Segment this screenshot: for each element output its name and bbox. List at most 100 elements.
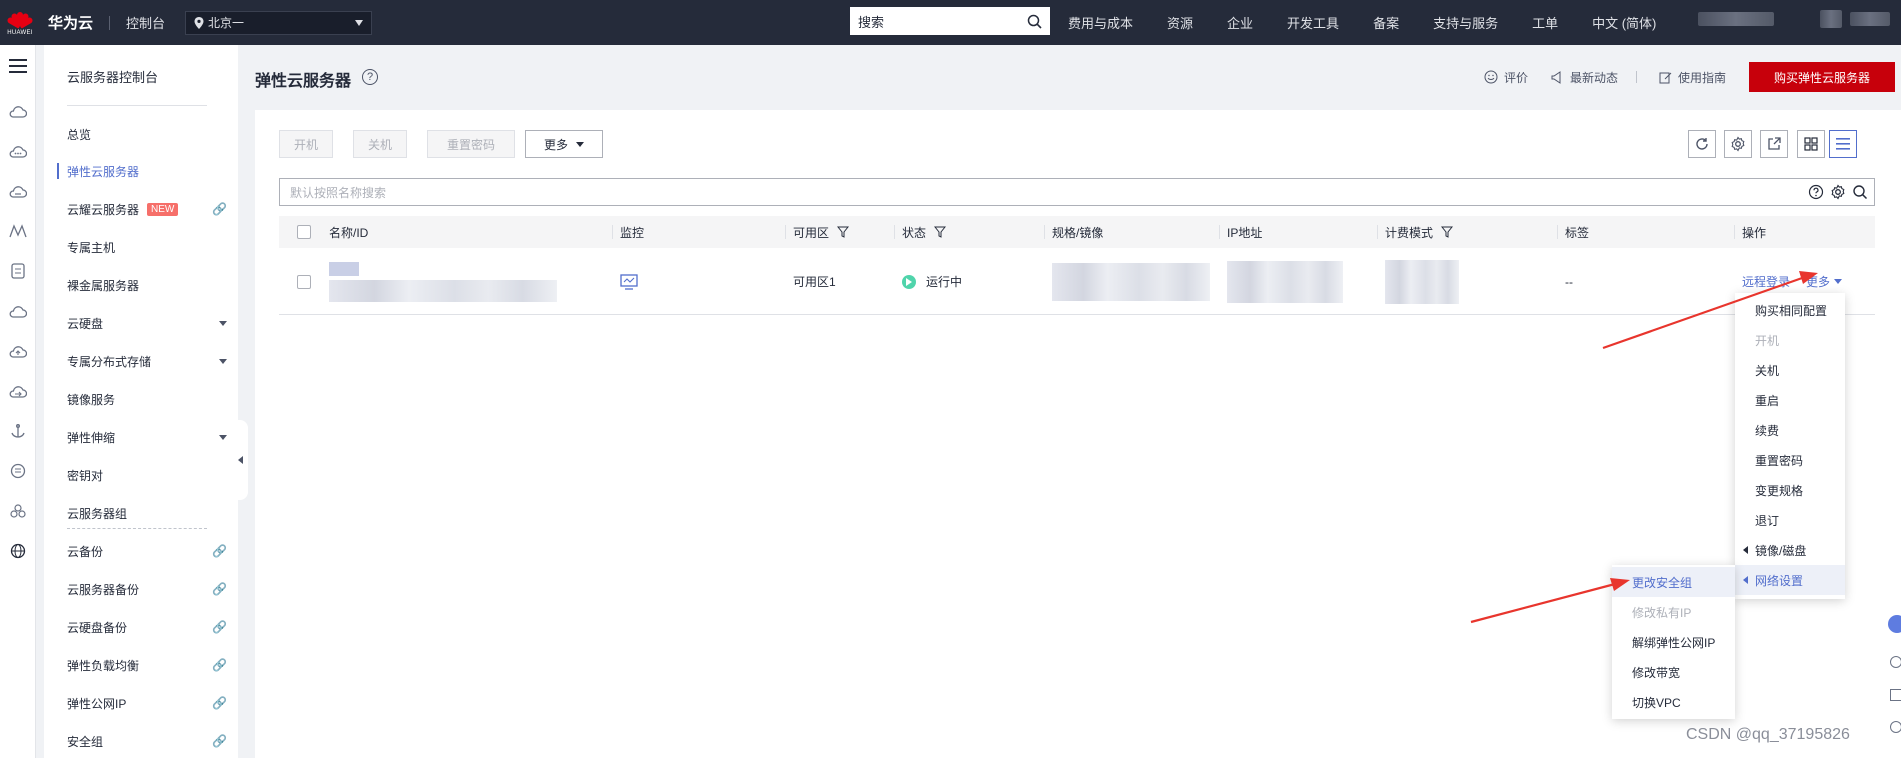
cloud-outline-icon[interactable] xyxy=(9,302,27,320)
sidebar-item-ims[interactable]: 镜像服务 xyxy=(67,388,227,410)
help-icon[interactable]: ? xyxy=(362,69,378,85)
avatar[interactable] xyxy=(1820,10,1842,28)
cloud-sync-icon[interactable] xyxy=(9,182,27,200)
menu-item-modify-private-ip[interactable]: 修改私有IP xyxy=(1612,597,1735,627)
menu-item-start[interactable]: 开机 xyxy=(1735,325,1845,355)
guide-link[interactable]: 使用指南 xyxy=(1659,68,1726,86)
checkbox[interactable] xyxy=(297,225,311,239)
brand-name[interactable]: 华为云 xyxy=(48,12,93,33)
user-menu-blurred[interactable] xyxy=(1850,12,1890,26)
refresh-button[interactable] xyxy=(1688,130,1716,158)
global-search-input[interactable]: 搜索 xyxy=(850,7,1050,35)
select-all-checkbox[interactable] xyxy=(297,216,311,248)
sidebar-item-dedicated-host[interactable]: 专属主机 xyxy=(67,236,227,258)
settings-button[interactable] xyxy=(1724,130,1752,158)
menu-item-change-spec[interactable]: 变更规格 xyxy=(1735,475,1845,505)
search-filter-input[interactable]: 默认按照名称搜索 xyxy=(279,178,1875,206)
more-actions-button[interactable]: 更多 xyxy=(525,130,603,158)
nav-filing[interactable]: 备案 xyxy=(1373,13,1399,32)
chat-icon[interactable] xyxy=(1888,615,1901,633)
instance-name-blurred[interactable] xyxy=(329,248,557,315)
menu-item-switch-vpc[interactable]: 切换VPC xyxy=(1612,687,1735,717)
globe-icon[interactable] xyxy=(9,542,27,560)
menu-item-modify-bandwidth[interactable]: 修改带宽 xyxy=(1612,657,1735,687)
sidebar-item-server-backup[interactable]: 云服务器备份 🔗 xyxy=(67,578,227,600)
row-more-link[interactable]: 更多 xyxy=(1806,273,1843,290)
nav-ticket[interactable]: 工单 xyxy=(1532,13,1558,32)
smile-icon[interactable] xyxy=(1890,721,1901,733)
chart-icon[interactable] xyxy=(9,222,27,240)
sidebar-collapse-button[interactable] xyxy=(232,420,248,500)
cloud-upload-icon[interactable] xyxy=(9,342,27,360)
export-button[interactable] xyxy=(1760,130,1788,158)
monitor-icon[interactable] xyxy=(620,273,638,290)
card-view-button[interactable] xyxy=(1797,130,1825,158)
stop-button[interactable]: 关机 xyxy=(353,130,407,158)
rate-link[interactable]: 评价 xyxy=(1484,68,1528,86)
search-icon[interactable] xyxy=(1027,14,1042,29)
huawei-logo[interactable]: HUAWEI xyxy=(0,0,40,45)
menu-item-renew[interactable]: 续费 xyxy=(1735,415,1845,445)
nav-language[interactable]: 中文 (简体) xyxy=(1592,13,1656,32)
reset-password-button[interactable]: 重置密码 xyxy=(427,130,515,158)
sidebar-item-label: 云服务器备份 xyxy=(67,582,140,597)
menu-item-stop[interactable]: 关机 xyxy=(1735,355,1845,385)
cloud-arrow-icon[interactable] xyxy=(9,382,27,400)
help-icon[interactable] xyxy=(1808,184,1824,200)
console-link[interactable]: 控制台 xyxy=(126,13,165,32)
nav-resources[interactable]: 资源 xyxy=(1167,13,1193,32)
region-selector[interactable]: 北京一 xyxy=(185,10,373,35)
search-icon[interactable] xyxy=(1852,184,1868,200)
sidebar-item-keypair[interactable]: 密钥对 xyxy=(67,464,227,486)
menu-item-change-security-group[interactable]: 更改安全组 xyxy=(1612,567,1735,597)
tag-icon[interactable] xyxy=(9,462,27,480)
menu-item-unsubscribe[interactable]: 退订 xyxy=(1735,505,1845,535)
filter-icon[interactable] xyxy=(837,226,850,238)
menu-item-reboot[interactable]: 重启 xyxy=(1735,385,1845,415)
document-icon[interactable] xyxy=(9,262,27,280)
checkbox[interactable] xyxy=(297,274,311,289)
cloud-chat-icon[interactable] xyxy=(9,142,27,160)
sidebar-item-bms[interactable]: 裸金属服务器 xyxy=(67,274,227,296)
sidebar-item-evs[interactable]: 云硬盘 xyxy=(67,312,227,334)
sidebar-item-elb[interactable]: 弹性负载均衡 🔗 xyxy=(67,654,227,676)
buy-ecs-button[interactable]: 购买弹性云服务器 xyxy=(1749,62,1895,92)
list-view-button[interactable] xyxy=(1829,130,1857,158)
menu-item-image-disk[interactable]: 镜像/磁盘 xyxy=(1735,535,1845,565)
sidebar-item-security-group[interactable]: 安全组 🔗 xyxy=(67,730,227,752)
sidebar-item-dss[interactable]: 专属分布式存储 xyxy=(67,350,227,372)
menu-item-network-settings[interactable]: 网络设置 xyxy=(1735,565,1845,595)
cluster-icon[interactable] xyxy=(9,502,27,520)
sidebar-item-as[interactable]: 弹性伸缩 xyxy=(67,426,227,448)
row-checkbox[interactable] xyxy=(297,248,311,315)
nav-enterprise[interactable]: 企业 xyxy=(1227,13,1253,32)
sidebar-item-hecs[interactable]: 云耀云服务器 NEW 🔗 xyxy=(67,198,227,220)
menu-item-unbind-eip[interactable]: 解绑弹性公网IP xyxy=(1612,627,1735,657)
instance-name-redacted[interactable] xyxy=(329,261,359,276)
sidebar-item-ecs[interactable]: 弹性云服务器 xyxy=(67,160,227,182)
filter-icon[interactable] xyxy=(934,226,947,238)
start-button[interactable]: 开机 xyxy=(279,130,333,158)
sidebar-item-overview[interactable]: 总览 xyxy=(67,123,227,145)
gear-icon[interactable] xyxy=(1830,184,1846,200)
anchor-icon[interactable] xyxy=(9,422,27,440)
nav-devtools[interactable]: 开发工具 xyxy=(1287,13,1339,32)
sidebar-item-cbr[interactable]: 云备份 🔗 xyxy=(67,540,227,562)
monitor-cell[interactable] xyxy=(620,248,638,315)
nav-support[interactable]: 支持与服务 xyxy=(1433,13,1498,32)
menu-icon[interactable] xyxy=(9,57,27,75)
feedback-icon[interactable] xyxy=(1890,689,1901,701)
filter-icon[interactable] xyxy=(1441,226,1454,238)
cloud-icon[interactable] xyxy=(9,102,27,120)
remote-login-link[interactable]: 远程登录 xyxy=(1742,273,1790,290)
table-row[interactable]: 可用区1 运行中 -- 远程登录 更多 xyxy=(279,248,1875,315)
news-link[interactable]: 最新动态 xyxy=(1551,68,1618,86)
help-icon[interactable] xyxy=(1890,656,1901,668)
menu-item-reset-password[interactable]: 重置密码 xyxy=(1735,445,1845,475)
sidebar-item-eip[interactable]: 弹性公网IP 🔗 xyxy=(67,692,227,714)
account-name-blurred[interactable] xyxy=(1698,12,1774,26)
sidebar-item-disk-backup[interactable]: 云硬盘备份 🔗 xyxy=(67,616,227,638)
menu-item-buy-same[interactable]: 购买相同配置 xyxy=(1735,295,1845,325)
nav-cost[interactable]: 费用与成本 xyxy=(1068,13,1133,32)
sidebar-item-server-group[interactable]: 云服务器组 xyxy=(67,502,227,524)
